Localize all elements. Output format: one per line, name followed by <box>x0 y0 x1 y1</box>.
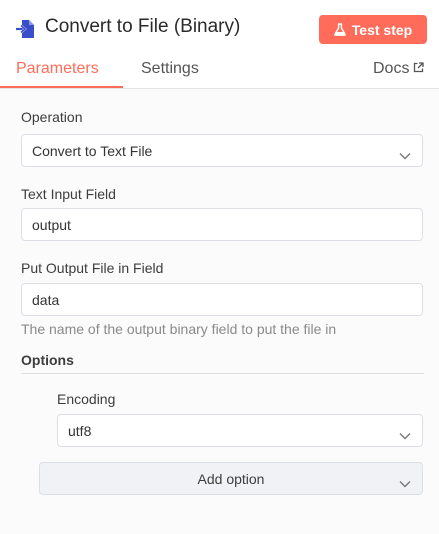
add-option-button[interactable]: Add option <box>39 462 423 495</box>
text-input-field-value: output <box>32 216 71 233</box>
node-title: Convert to File (Binary) <box>45 16 241 37</box>
active-tab-indicator <box>0 86 123 88</box>
tab-docs-label: Docs <box>373 60 410 77</box>
test-step-label: Test step <box>351 21 413 38</box>
chevron-down-icon <box>399 147 411 163</box>
test-step-button[interactable]: Test step <box>319 15 427 44</box>
text-input-field-input[interactable]: output <box>21 208 423 241</box>
operation-select[interactable]: Convert to Text File <box>21 134 423 167</box>
options-divider <box>21 373 424 374</box>
chevron-down-icon <box>399 475 411 491</box>
tab-parameters[interactable]: Parameters <box>16 60 99 78</box>
encoding-label: Encoding <box>57 391 116 407</box>
external-link-icon <box>413 60 425 78</box>
output-field-value: data <box>32 291 60 308</box>
node-header: Convert to File (Binary) Test step <box>0 0 439 56</box>
tab-settings[interactable]: Settings <box>141 60 199 78</box>
file-export-icon <box>15 19 37 39</box>
text-input-field-label: Text Input Field <box>21 186 116 202</box>
output-field-input[interactable]: data <box>21 283 423 316</box>
output-field-label: Put Output File in Field <box>21 260 164 276</box>
operation-label: Operation <box>21 109 83 125</box>
tab-bar: Parameters Settings Docs <box>0 56 439 89</box>
encoding-value: utf8 <box>68 422 92 439</box>
flask-icon <box>333 23 346 36</box>
chevron-down-icon <box>399 427 411 443</box>
parameters-panel: Operation Convert to Text File Text Inpu… <box>0 89 439 534</box>
add-option-label: Add option <box>197 470 265 487</box>
options-title: Options <box>21 352 74 368</box>
output-field-hint: The name of the output binary field to p… <box>21 321 337 337</box>
operation-value: Convert to Text File <box>32 142 153 159</box>
tab-docs[interactable]: Docs <box>373 60 425 78</box>
encoding-select[interactable]: utf8 <box>57 414 423 447</box>
